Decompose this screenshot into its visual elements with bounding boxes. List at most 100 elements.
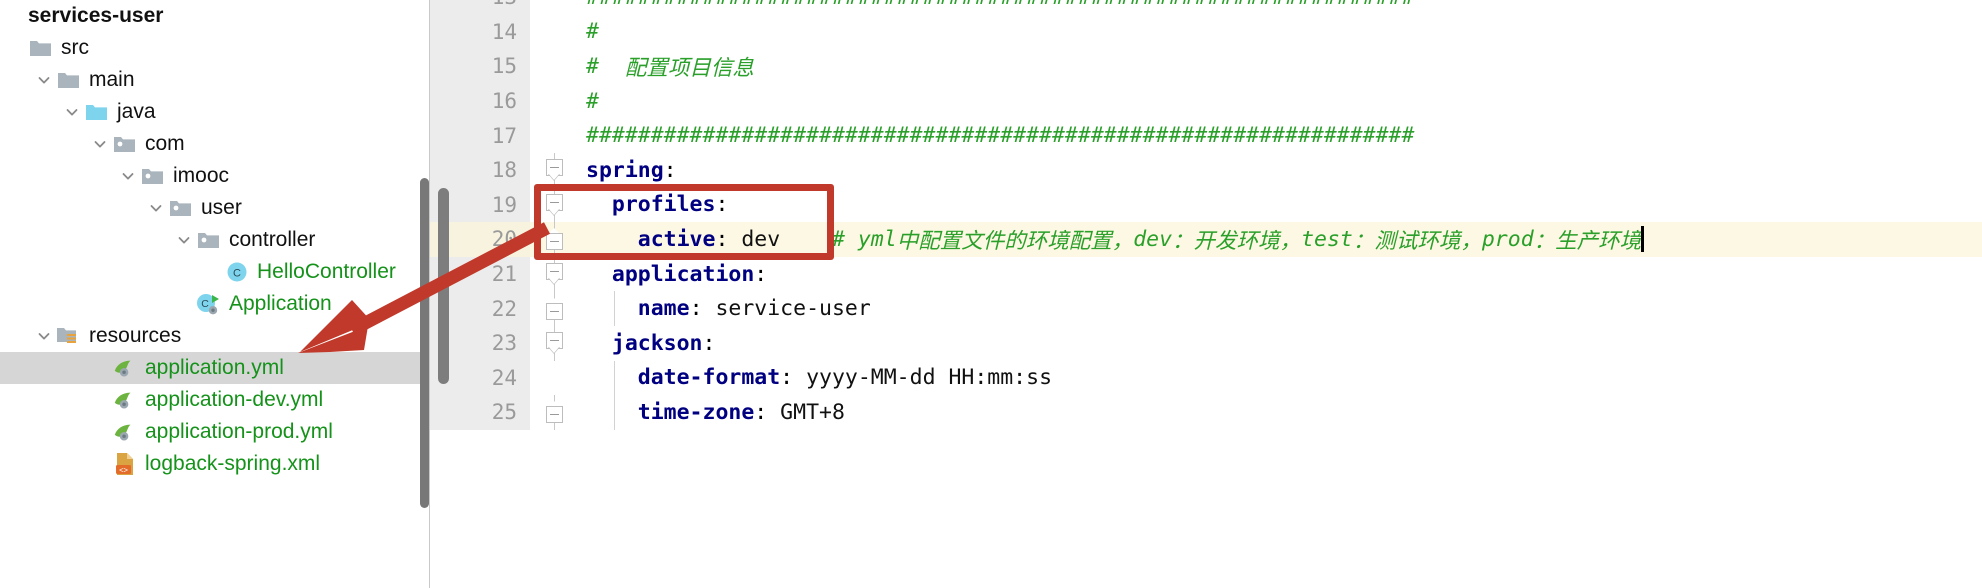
fold-end-icon[interactable]: [545, 297, 563, 320]
code-line-24[interactable]: 24 date-format: yyyy-MM-dd HH:mm:ss: [430, 360, 1982, 396]
svg-text:C: C: [233, 268, 241, 280]
fold-gutter[interactable]: [530, 187, 578, 223]
tree-item-resources[interactable]: resources: [0, 320, 429, 352]
package-folder-icon: [196, 228, 222, 252]
yaml-space: [586, 365, 638, 390]
fold-end-icon[interactable]: [545, 401, 563, 424]
chevron-down-icon[interactable]: [144, 196, 168, 220]
yaml-space: [586, 296, 638, 321]
line-number: 13: [430, 0, 530, 15]
fold-collapse-icon[interactable]: [545, 159, 563, 181]
yaml-comment-cjk: ：生产环境: [1533, 228, 1642, 254]
chevron-down-icon[interactable]: [88, 132, 112, 156]
project-tree-panel[interactable]: services-user src main java com imooc user cont…: [0, 0, 430, 588]
fold-collapse-icon[interactable]: [545, 263, 563, 285]
code-text[interactable]: # 配置项目信息: [578, 49, 1982, 84]
chevron-down-icon[interactable]: [32, 324, 56, 348]
chevron-down-icon[interactable]: [116, 164, 140, 188]
fold-gutter[interactable]: [530, 395, 578, 430]
code-text[interactable]: application:: [578, 257, 1982, 292]
spring-config-file-icon: [112, 388, 138, 412]
yaml-space: [586, 227, 638, 252]
tree-item-logback-spring.xml[interactable]: <> logback-spring.xml: [0, 448, 429, 480]
sidebar-scrollbar-thumb[interactable]: [420, 178, 429, 508]
tree-item-main[interactable]: main: [0, 64, 429, 96]
fold-collapse-icon[interactable]: [545, 193, 563, 216]
yaml-comment: ########################################…: [586, 123, 1415, 149]
code-text[interactable]: #: [578, 15, 1982, 50]
code-line-25[interactable]: 25 time-zone: GMT+8: [430, 395, 1982, 430]
yaml-value: GMT+8: [767, 399, 845, 425]
code-line-16[interactable]: 16 #: [430, 83, 1982, 119]
fold-gutter[interactable]: [530, 325, 578, 361]
fold-gutter[interactable]: [530, 222, 578, 257]
tree-item-application[interactable]: C Application: [0, 288, 429, 320]
fold-collapse-icon[interactable]: [545, 332, 563, 354]
tree-item-hellocontroller[interactable]: C HelloController: [0, 256, 429, 288]
fold-end-icon[interactable]: [545, 228, 563, 251]
yaml-key: application: [611, 261, 755, 287]
code-text[interactable]: time-zone: GMT+8: [578, 395, 1982, 430]
yaml-key: active: [637, 226, 716, 252]
code-lines[interactable]: 13######################################…: [430, 0, 1982, 568]
tree-root-item[interactable]: services-user: [0, 0, 429, 32]
tree-item-java[interactable]: java: [0, 96, 429, 128]
chevron-down-icon[interactable]: [60, 100, 84, 124]
yaml-comment: #: [586, 19, 599, 45]
tree-item-controller[interactable]: controller: [0, 224, 429, 256]
code-text[interactable]: spring:: [578, 153, 1982, 188]
code-text[interactable]: ########################################…: [578, 118, 1982, 153]
code-editor[interactable]: 13######################################…: [430, 0, 1982, 588]
tree-item-application-prod.yml[interactable]: application-prod.yml: [0, 416, 429, 448]
fold-gutter[interactable]: [530, 49, 578, 84]
chevron-down-icon[interactable]: [172, 228, 196, 252]
code-text[interactable]: jackson:: [578, 326, 1982, 361]
chevron-down-icon[interactable]: [32, 68, 56, 92]
code-line-13[interactable]: 13 ######################################…: [430, 0, 1982, 15]
project-tree[interactable]: services-user src main java com imooc user cont…: [0, 0, 429, 480]
tree-item-imooc[interactable]: imooc: [0, 160, 429, 192]
tree-item-label: java: [117, 100, 156, 123]
code-line-19[interactable]: 19 profiles:: [430, 187, 1982, 223]
fold-gutter[interactable]: [530, 360, 578, 396]
tree-item-label: controller: [229, 228, 316, 251]
folder-icon: [56, 68, 82, 92]
fold-gutter[interactable]: [530, 291, 578, 326]
fold-gutter[interactable]: [530, 118, 578, 153]
code-text[interactable]: date-format: yyyy-MM-dd HH:mm:ss: [578, 360, 1982, 396]
code-line-21[interactable]: 21 application:: [430, 256, 1982, 292]
fold-gutter[interactable]: [530, 0, 578, 15]
tree-item-label: application-dev.yml: [145, 388, 324, 411]
tree-item-label: com: [145, 132, 185, 155]
code-line-15[interactable]: 15 # 配置项目信息: [430, 49, 1982, 84]
tree-item-label: application-prod.yml: [145, 420, 333, 443]
code-text[interactable]: active: dev # yml 中配置文件的环境配置， dev ：开发环境， tes…: [578, 222, 1982, 257]
code-text[interactable]: ########################################…: [578, 0, 1982, 15]
fold-gutter[interactable]: [530, 14, 578, 50]
yaml-value: yyyy-MM-dd HH:mm:ss: [793, 365, 1053, 391]
tree-item-label: resources: [89, 324, 182, 347]
code-line-20[interactable]: 20 active: dev # yml 中配置文件的环境配置， dev ：开发环境，…: [430, 222, 1982, 257]
code-line-14[interactable]: 14 #: [430, 14, 1982, 50]
code-line-17[interactable]: 17 ######################################…: [430, 118, 1982, 153]
code-text[interactable]: name: service-user: [578, 291, 1982, 326]
tree-item-application.yml[interactable]: application.yml: [0, 352, 429, 384]
code-text[interactable]: profiles:: [578, 188, 1982, 223]
code-text[interactable]: #: [578, 84, 1982, 119]
editor-scrollbar-thumb[interactable]: [438, 188, 449, 384]
fold-gutter[interactable]: [530, 83, 578, 119]
fold-gutter[interactable]: [530, 152, 578, 188]
code-line-23[interactable]: 23 jackson:: [430, 325, 1982, 361]
tree-item-com[interactable]: com: [0, 128, 429, 160]
code-line-22[interactable]: 22 name: service-user: [430, 291, 1982, 326]
tree-item-user[interactable]: user: [0, 192, 429, 224]
tree-item-src[interactable]: src: [0, 32, 429, 64]
yaml-punct: :: [689, 296, 703, 322]
yaml-comment-cjk: 中配置文件的环境配置，: [896, 228, 1134, 254]
code-line-18[interactable]: 18 spring:: [430, 152, 1982, 188]
fold-gutter[interactable]: [530, 256, 578, 292]
tree-item-application-dev.yml[interactable]: application-dev.yml: [0, 384, 429, 416]
